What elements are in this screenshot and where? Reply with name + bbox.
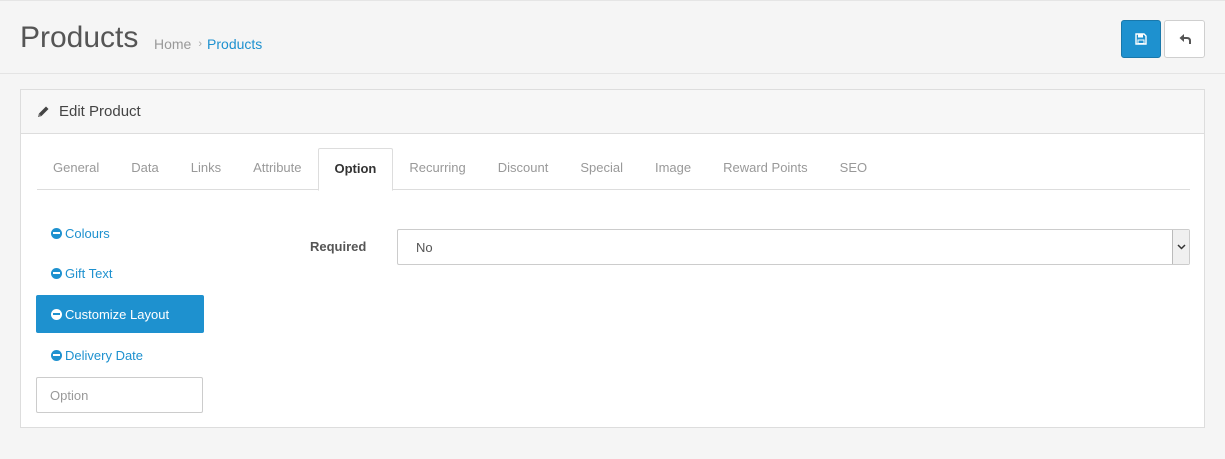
panel-title: Edit Product bbox=[59, 103, 141, 120]
save-icon bbox=[1135, 33, 1147, 45]
page-title: Products bbox=[20, 21, 139, 54]
minus-circle-icon[interactable] bbox=[51, 349, 62, 361]
option-item-label: Delivery Date bbox=[65, 347, 144, 363]
tab-special[interactable]: Special bbox=[564, 148, 639, 190]
breadcrumb-separator: › bbox=[198, 38, 203, 50]
tab-reward-points[interactable]: Reward Points bbox=[707, 148, 824, 190]
tab-discount[interactable]: Discount bbox=[482, 148, 565, 190]
minus-circle-icon[interactable] bbox=[51, 227, 62, 239]
tab-attribute[interactable]: Attribute bbox=[237, 148, 317, 190]
tab-links[interactable]: Links bbox=[175, 148, 237, 190]
tab-data[interactable]: Data bbox=[115, 148, 174, 190]
minus-circle-icon[interactable] bbox=[51, 308, 62, 320]
option-item-customize-layout[interactable]: Customize Layout bbox=[36, 295, 204, 333]
save-button[interactable] bbox=[1121, 20, 1161, 58]
option-item-delivery-date[interactable]: Delivery Date bbox=[36, 337, 204, 373]
reply-icon bbox=[1179, 34, 1191, 44]
option-autocomplete-input[interactable] bbox=[36, 377, 203, 413]
edit-product-panel: Edit Product General Data Links Attribut… bbox=[20, 89, 1205, 428]
option-item-label: Customize Layout bbox=[65, 306, 170, 322]
tab-recurring[interactable]: Recurring bbox=[393, 148, 481, 190]
option-item-gift-text[interactable]: Gift Text bbox=[36, 255, 204, 291]
breadcrumb: Home › Products bbox=[154, 36, 262, 52]
select-arrow[interactable] bbox=[1172, 230, 1189, 264]
tab-image[interactable]: Image bbox=[639, 148, 707, 190]
breadcrumb-products-link[interactable]: Products bbox=[207, 36, 262, 52]
option-item-label: Gift Text bbox=[65, 265, 113, 281]
option-list: Colours Gift Text Customize Layout Deliv… bbox=[36, 215, 204, 377]
chevron-down-icon bbox=[1176, 244, 1186, 250]
tab-bar: General Data Links Attribute Option Recu… bbox=[37, 148, 1190, 191]
back-button[interactable] bbox=[1164, 20, 1205, 58]
option-item-colours[interactable]: Colours bbox=[36, 215, 204, 251]
required-select-value: No bbox=[416, 240, 433, 255]
tab-seo[interactable]: SEO bbox=[824, 148, 883, 190]
breadcrumb-home-link[interactable]: Home bbox=[154, 36, 191, 52]
required-select[interactable]: No bbox=[397, 229, 1190, 265]
pencil-icon bbox=[38, 106, 49, 117]
option-item-label: Colours bbox=[65, 225, 110, 241]
page-header: Products Home › Products bbox=[0, 0, 1225, 74]
minus-circle-icon[interactable] bbox=[51, 267, 62, 279]
required-label: Required bbox=[310, 239, 367, 254]
tab-general[interactable]: General bbox=[37, 148, 115, 190]
tab-option[interactable]: Option bbox=[317, 148, 394, 191]
panel-heading: Edit Product bbox=[21, 90, 1204, 134]
